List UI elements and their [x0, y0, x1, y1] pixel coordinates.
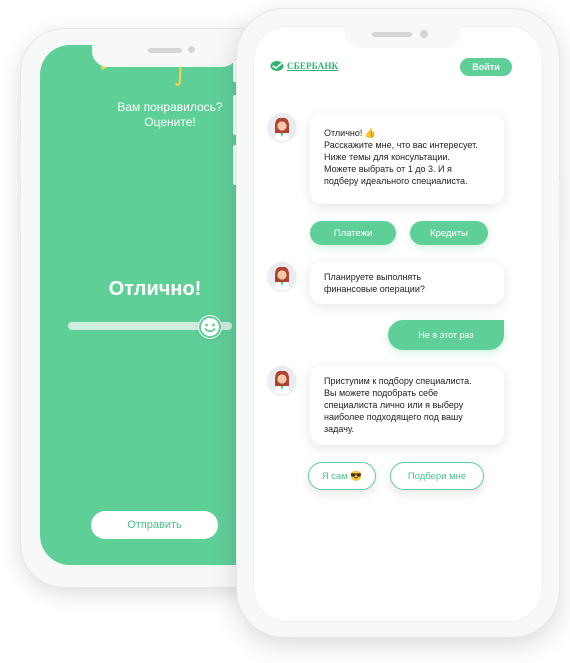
choice-chip-pick-for-me[interactable]: Подбери мне: [390, 462, 484, 490]
message-line: Приступим к подбору специалиста.: [324, 376, 472, 386]
smiley-face-svg: [199, 316, 221, 338]
side-button: [233, 95, 237, 135]
topic-chip-payments[interactable]: Платежи: [310, 221, 396, 245]
send-button[interactable]: Отправить: [91, 511, 218, 539]
sberbank-logo-icon: [270, 61, 284, 71]
side-button: [233, 145, 237, 185]
side-button: [559, 180, 563, 240]
message-line: Вы можете подобрать себе: [324, 388, 438, 398]
assistant-avatar-image: [268, 262, 296, 290]
side-button: [17, 195, 21, 235]
message-line: Расскажите мне, что вас интересует.: [324, 140, 478, 150]
login-button[interactable]: Войти: [460, 58, 512, 76]
assistant-avatar-image: [268, 113, 296, 141]
topic-chip-credits[interactable]: Кредиты: [410, 221, 488, 245]
message-line: Планируете выполнять: [324, 272, 422, 282]
rating-result-label: Отлично!: [108, 278, 202, 300]
smiley-icon[interactable]: [198, 315, 222, 339]
message-line: задачу.: [324, 424, 354, 434]
brand-name: СБЕРБАНК: [287, 61, 339, 71]
sberbank-logo[interactable]: СБЕРБАНК: [270, 60, 338, 72]
front-phone-notch: [344, 26, 460, 48]
message-line: Отлично! 👍: [324, 128, 377, 138]
message-line: финансовые операции?: [324, 284, 425, 294]
camera: [420, 30, 428, 38]
side-button: [233, 60, 237, 82]
camera: [188, 46, 195, 53]
message-line: специалиста лично или я выберу: [324, 400, 464, 410]
assistant-message: Планируете выполнять финансовые операции…: [310, 262, 504, 304]
assistant-message: Приступим к подбору специалиста. Вы може…: [310, 366, 504, 445]
choice-chip-self[interactable]: Я сам 😎: [308, 462, 376, 490]
speaker: [148, 48, 182, 53]
user-reply-message: Не в этот раз: [388, 320, 504, 350]
message-line: Можете выбрать от 1 до 3. И я: [324, 164, 452, 174]
side-button: [17, 100, 21, 122]
side-button: [17, 140, 21, 180]
speaker: [372, 32, 412, 37]
message-line: подберу идеального специалиста.: [324, 176, 468, 186]
assistant-avatar: [268, 113, 296, 141]
assistant-avatar: [268, 262, 296, 290]
assistant-message: Отлично! 👍 Расскажите мне, что вас интер…: [310, 113, 504, 204]
message-line: Ниже темы для консультации.: [324, 152, 450, 162]
assistant-avatar: [268, 366, 296, 394]
message-line: наиболее подходящего под вашу: [324, 412, 463, 422]
assistant-avatar-image: [268, 366, 296, 394]
